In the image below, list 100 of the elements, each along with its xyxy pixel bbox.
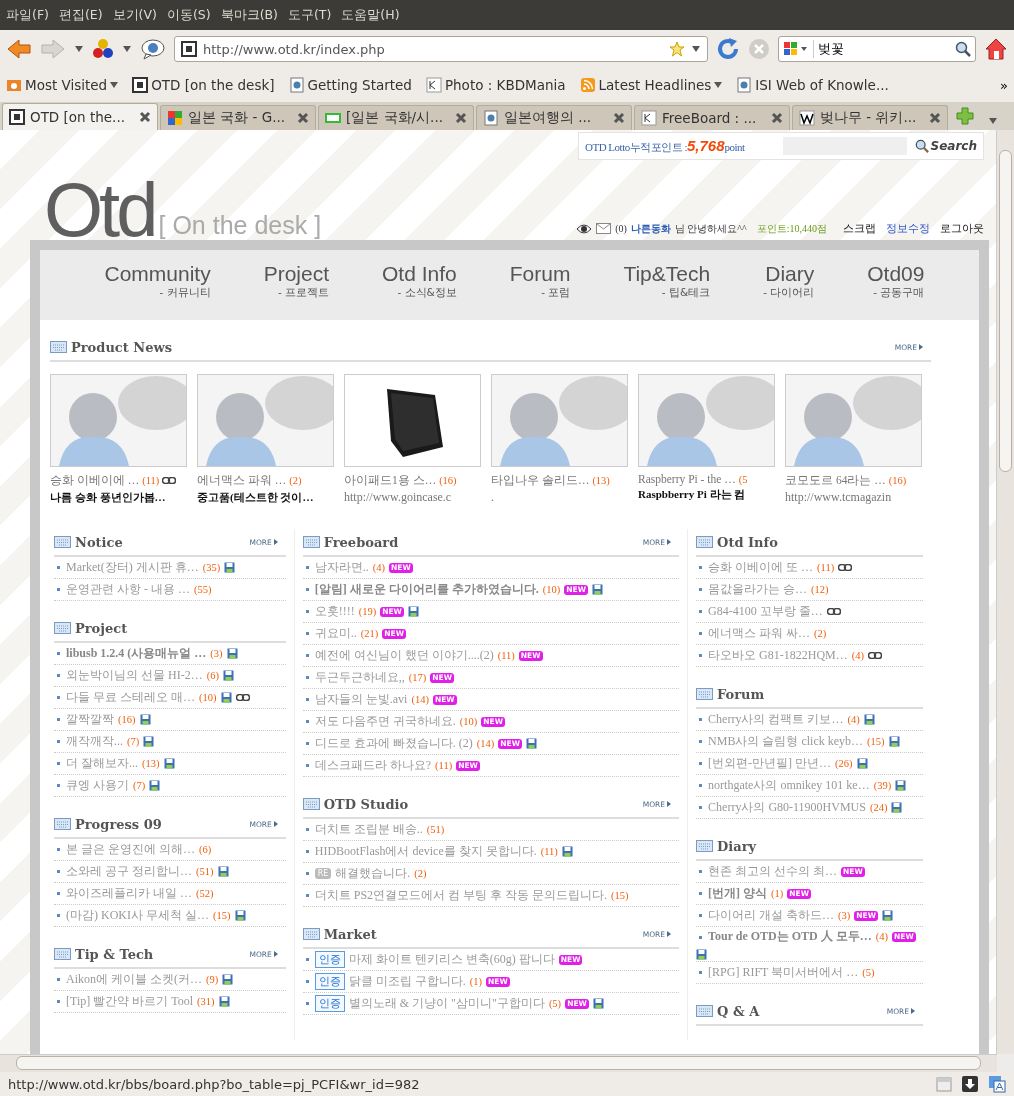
post-title[interactable]: 타오바오 G81-1822HQM… [708,647,848,664]
product-title[interactable]: 승화 이베이에 … [50,473,140,488]
search-icon[interactable] [955,41,971,57]
post-title[interactable]: Aikon에 케이블 소켓(커… [66,971,202,988]
search-engine-icon[interactable] [783,41,809,57]
menu-item[interactable]: 도움말(H) [341,6,400,24]
download-icon[interactable] [962,1076,978,1092]
back-icon[interactable] [6,38,32,60]
menu-item[interactable]: 도구(T) [287,6,332,24]
post-title[interactable]: 더치트 PS2연결모드에서 컴 부팅 후 작동 문의드립니다. [314,887,608,904]
post-title[interactable]: [RPG] RIFT 북미서버에서 … [708,964,859,981]
nav-link[interactable]: Otd Info [382,262,457,286]
browser-tab[interactable]: 일본 국화 - G... [160,105,316,130]
post-title[interactable]: 외눈박이님의 선물 HI-2… [66,667,203,684]
post-title[interactable]: 깨작깨작... [66,733,123,750]
post-title[interactable]: northgate사의 omnikey 101 ke… [708,777,870,794]
caret-icon[interactable] [74,45,84,53]
caret-icon[interactable] [122,45,132,53]
post-title[interactable]: 더치트 조립분 배송.. [314,821,423,838]
browser-tab[interactable]: [일본 국화/시... [318,105,474,130]
home-icon[interactable] [984,37,1008,61]
horizontal-scrollbar[interactable] [0,1054,997,1072]
post-title[interactable]: [알림] 새로운 다이어리를 추가하였습니다. [314,581,539,598]
search-button[interactable]: Search [914,139,977,153]
eye-icon[interactable] [576,223,593,234]
translate-icon[interactable] [988,1075,1006,1093]
post-title[interactable]: 귀요미.. [314,625,357,642]
post-title[interactable]: 디드로 효과에 빠졌습니다. (2) [314,735,473,752]
nav-link[interactable]: Project [263,262,330,286]
browser-tab[interactable]: FreeBoard : ... [634,105,790,130]
post-title[interactable]: Market(장터) 게시판 휴… [66,559,199,576]
post-title[interactable]: 두근두근하네요,, [314,669,405,686]
post-title[interactable]: [번개] 양식 [708,885,768,902]
product-title[interactable]: 타입나우 솔리드… [491,473,590,488]
scrollbar-thumb[interactable] [16,1056,981,1070]
caret-icon[interactable] [714,82,723,88]
bookmark-item[interactable]: Photo : KBDMania [425,77,566,93]
user-link[interactable]: 정보수정 [886,221,930,236]
address-field[interactable]: http://www.otd.kr/index.php [174,36,708,62]
post-title[interactable]: 닭클 미조립 구합니다. [348,973,466,990]
post-title[interactable]: 몸값올라가는 승… [708,581,808,598]
post-title[interactable]: 큐엥 사용기 [66,777,129,794]
post-title[interactable]: 본 글은 운영진에 의해… [66,841,195,858]
speech-bubble-icon[interactable] [140,38,166,60]
post-title[interactable]: Cherry사의 G80-11900HVMUS [708,799,866,816]
menu-item[interactable]: 보기(V) [112,6,157,24]
user-link[interactable]: 스크랩 [843,221,876,236]
new-tab-icon[interactable] [956,107,974,125]
nav-link[interactable]: Forum [509,262,571,286]
product-title[interactable]: 에너맥스 파워 … [197,473,287,488]
product-title[interactable]: 아이패드1용 스… [344,473,437,488]
post-title[interactable]: 별의노래 & 기냥이 "삼미니"구합미다 [348,995,545,1012]
caret-icon[interactable] [110,82,119,88]
browser-tab[interactable]: 벚나무 - 위키... [792,105,948,130]
nav-link[interactable]: Tip&Tech [623,262,711,286]
product-title[interactable]: Raspberry Pi - the … [638,473,736,485]
post-title[interactable]: Cherry사의 컴팩트 키보… [708,711,844,728]
post-title[interactable]: 오홋!!!! [314,603,355,620]
post-title[interactable]: 운영관련 사항 - 내용 … [66,581,190,598]
star-icon[interactable] [669,41,685,57]
search-field[interactable]: 벚꽃 [778,36,976,62]
post-title[interactable]: HIDBootFlash에서 device를 찾지 못합니다. [314,843,537,860]
post-title[interactable]: 남자들의 눈빛.avi [314,691,408,708]
site-logo[interactable]: Otd [44,180,155,240]
scrollbar-thumb[interactable] [999,150,1012,472]
post-title[interactable]: NMB사의 슬림형 click keyb… [708,733,864,750]
close-icon[interactable] [455,112,467,124]
post-title[interactable]: [번외편-만년필] 만년… [708,755,832,772]
post-title[interactable]: 깔짝깔짝 [66,711,114,728]
nav-link[interactable]: Diary [765,262,815,286]
post-title[interactable]: 데스크패드라 하나요? [314,757,432,774]
close-icon[interactable] [613,112,625,124]
bookmark-item[interactable]: ISI Web of Knowle... [736,77,889,93]
menu-item[interactable]: 이동(S) [166,6,211,24]
vertical-scrollbar[interactable] [996,130,1014,1054]
bookmark-item[interactable]: Most Visited [6,77,119,93]
post-title[interactable]: (마감) KOKI사 무세척 실… [66,907,209,924]
close-icon[interactable] [771,112,783,124]
post-title[interactable]: 더 잘해보자... [66,755,138,772]
balls-icon[interactable] [92,38,114,60]
post-title[interactable]: 승화 이베이에 또 … [708,559,814,576]
post-title[interactable]: 저도 다음주면 귀국하네요. [314,713,456,730]
post-title[interactable]: 다이어리 개설 축하드… [708,907,835,924]
browser-tab[interactable]: 일본여행의 ... [476,105,632,130]
close-icon[interactable] [297,112,309,124]
close-icon[interactable] [139,111,151,123]
post-title[interactable]: G84-4100 꼬부랑 줄… [708,603,823,620]
user-link[interactable]: 로그아웃 [940,221,984,236]
post-title[interactable]: 소와레 공구 정리합니… [66,863,192,880]
bookmark-item[interactable]: Latest Headlines [579,77,723,93]
post-title[interactable]: 다들 무료 스테레오 매… [66,689,195,706]
bookmark-item[interactable]: Getting Started [288,77,412,93]
menu-item[interactable]: 북마크(B) [220,6,278,24]
bookmarks-overflow-button[interactable]: » [1000,77,1008,93]
post-title[interactable]: 와이즈레플리카 내일 … [66,885,192,902]
nav-link[interactable]: Otd09 [867,262,925,286]
caret-icon[interactable] [988,117,998,125]
caret-icon[interactable] [691,45,701,53]
menu-item[interactable]: 파일(F) [6,6,49,24]
post-title[interactable]: 예전에 여신님이 했던 이야기....(2) [314,647,494,664]
